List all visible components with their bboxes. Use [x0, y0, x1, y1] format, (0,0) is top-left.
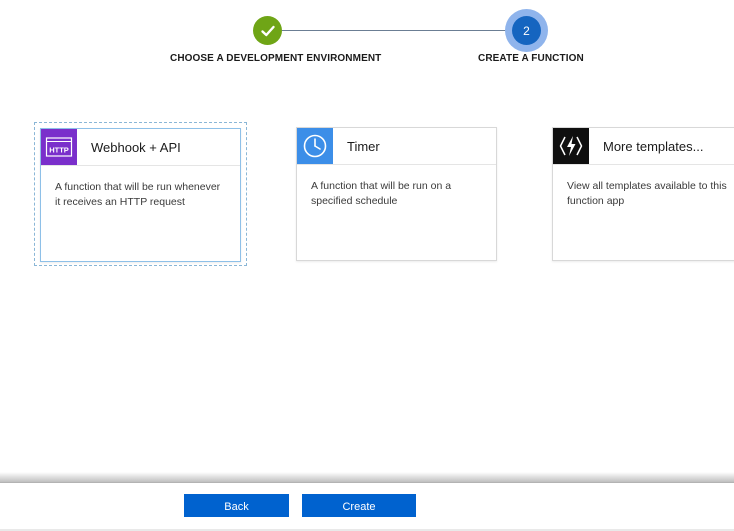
- back-button[interactable]: Back: [184, 494, 289, 517]
- create-button[interactable]: Create: [302, 494, 416, 517]
- wizard-stepper: CHOOSE A DEVELOPMENT ENVIRONMENT 2 CREAT…: [0, 0, 734, 80]
- card-description: A function that will be run whenever it …: [55, 181, 221, 208]
- step-connector: [282, 30, 511, 31]
- template-card-webhook[interactable]: HTTP Webhook + API A function that will …: [40, 128, 241, 262]
- card-description: A function that will be run on a specifi…: [311, 180, 452, 207]
- card-title: Webhook + API: [91, 139, 181, 155]
- template-card-webhook-focus-outline: HTTP Webhook + API A function that will …: [34, 122, 247, 266]
- card-title: Timer: [347, 138, 380, 154]
- footer-shadow: [0, 472, 734, 482]
- clock-glyph: [303, 134, 327, 158]
- step-1-label: CHOOSE A DEVELOPMENT ENVIRONMENT: [170, 53, 382, 64]
- card-header: Timer: [297, 128, 496, 165]
- checkmark-icon: [260, 25, 275, 36]
- http-icon: HTTP: [41, 129, 77, 165]
- wizard-footer: Back Create: [0, 482, 734, 531]
- http-icon-text: HTTP: [49, 146, 69, 155]
- template-card-more-container: More templates... View all templates ava…: [547, 122, 734, 266]
- step-2-indicator: 2: [512, 16, 541, 45]
- step-2-label: CREATE A FUNCTION: [478, 53, 584, 64]
- card-header: HTTP Webhook + API: [41, 129, 240, 166]
- lightning-glyph: [559, 136, 583, 156]
- step-1-complete-indicator: [253, 16, 282, 45]
- template-card-timer[interactable]: Timer A function that will be run on a s…: [296, 127, 497, 261]
- lightning-icon: [553, 128, 589, 164]
- clock-icon: [297, 128, 333, 164]
- card-title: More templates...: [603, 138, 704, 154]
- http-glyph: HTTP: [45, 137, 73, 157]
- template-card-timer-container: Timer A function that will be run on a s…: [291, 122, 504, 266]
- card-header: More templates...: [553, 128, 734, 165]
- template-card-more-templates[interactable]: More templates... View all templates ava…: [552, 127, 734, 261]
- card-description: View all templates available to this fun…: [567, 180, 727, 207]
